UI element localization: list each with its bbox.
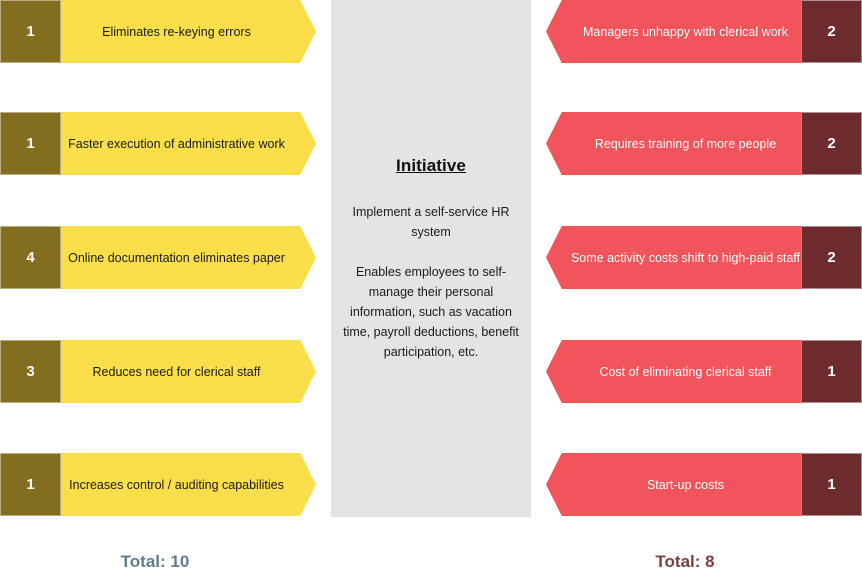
force-field-diagram: Eliminates re-keying errors 1 Faster exe…: [0, 0, 862, 580]
pros-total: Total: 10: [120, 552, 190, 571]
pro-row[interactable]: Faster execution of administrative work …: [0, 112, 316, 175]
initiative-body: Implement a self-service HR system Enabl…: [343, 202, 519, 362]
pro-row[interactable]: Online documentation eliminates paper 4: [0, 226, 316, 289]
con-row[interactable]: Some activity costs shift to high-paid s…: [546, 226, 862, 289]
pro-label: Eliminates re-keying errors: [102, 24, 251, 39]
pro-row[interactable]: Reduces need for clerical staff 3: [0, 340, 316, 403]
pro-row[interactable]: Increases control / auditing capabilitie…: [0, 453, 316, 516]
pro-score: 4: [0, 226, 61, 289]
cons-total: Total: 8: [655, 552, 715, 571]
con-label: Cost of eliminating clerical staff: [599, 364, 772, 379]
pro-label: Reduces need for clerical staff: [92, 364, 261, 379]
initiative-summary: Implement a self-service HR system: [352, 204, 510, 239]
pro-row[interactable]: Eliminates re-keying errors 1: [0, 0, 316, 63]
con-row[interactable]: Cost of eliminating clerical staff 1: [546, 340, 862, 403]
pro-score: 1: [0, 453, 61, 516]
con-score: 2: [801, 112, 862, 175]
con-label: Requires training of more people: [594, 136, 777, 151]
con-label: Start-up costs: [646, 477, 725, 492]
pro-score: 1: [0, 112, 61, 175]
pro-score: 3: [0, 340, 61, 403]
initiative-title: Initiative: [396, 155, 466, 175]
con-score: 1: [801, 340, 862, 403]
con-score: 2: [801, 226, 862, 289]
con-row[interactable]: Start-up costs 1: [546, 453, 862, 516]
initiative-panel[interactable]: Initiative Implement a self-service HR s…: [331, 0, 531, 517]
con-score: 2: [801, 0, 862, 63]
con-row[interactable]: Requires training of more people 2: [546, 112, 862, 175]
initiative-description: Enables employees to self-manage their p…: [343, 264, 519, 359]
con-row[interactable]: Managers unhappy with clerical work 2: [546, 0, 862, 63]
con-score: 1: [801, 453, 862, 516]
pro-score: 1: [0, 0, 61, 63]
